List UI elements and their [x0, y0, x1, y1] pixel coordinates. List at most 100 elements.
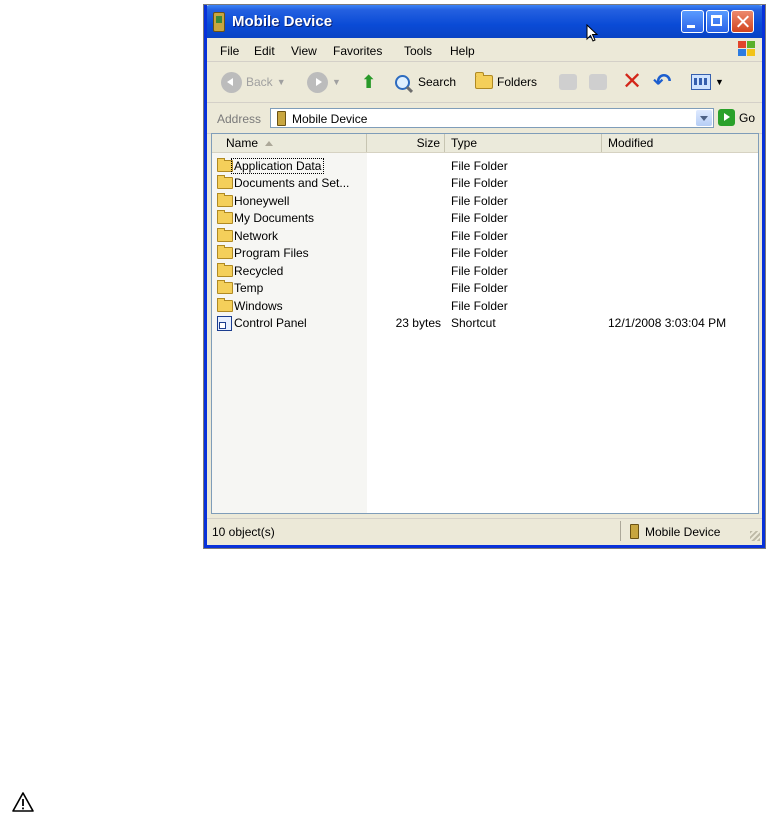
search-button[interactable]: Search — [395, 70, 456, 94]
back-arrow-icon — [221, 71, 242, 93]
address-field[interactable]: Mobile Device — [270, 108, 714, 128]
minimize-button[interactable] — [681, 10, 704, 33]
file-row[interactable]: Network File Folder — [212, 228, 758, 245]
folder-icon — [217, 263, 233, 277]
resize-grip-icon[interactable] — [750, 531, 760, 541]
file-list[interactable]: Name Size Type Modified Application Data… — [211, 133, 759, 514]
forward-dropdown-icon[interactable]: ▼ — [332, 77, 341, 87]
folder-icon — [217, 158, 233, 172]
address-value: Mobile Device — [292, 112, 368, 126]
folder-icon — [217, 245, 233, 259]
file-row[interactable]: Honeywell File Folder — [212, 193, 758, 210]
folder-icon — [217, 228, 233, 242]
file-row[interactable]: Temp File Folder — [212, 280, 758, 297]
delete-icon: ✕ — [622, 68, 643, 95]
warning-icon — [11, 791, 35, 816]
forward-arrow-icon — [307, 71, 328, 93]
search-label: Search — [418, 75, 457, 89]
file-type: File Folder — [451, 194, 508, 208]
status-location-label: Mobile Device — [645, 524, 721, 539]
copy-to-button[interactable] — [589, 70, 607, 94]
maximize-button[interactable] — [706, 10, 729, 33]
file-type: Shortcut — [451, 316, 496, 330]
folder-icon — [217, 210, 233, 224]
go-button[interactable]: Go — [718, 109, 755, 126]
file-row[interactable]: Application Data File Folder — [212, 158, 758, 175]
up-folder-button[interactable]: ⬆ — [361, 70, 376, 94]
column-header: Name Size Type Modified — [212, 134, 758, 153]
file-row[interactable]: Windows File Folder — [212, 298, 758, 315]
file-row[interactable]: My Documents File Folder — [212, 210, 758, 227]
views-button[interactable]: ▼ — [691, 70, 724, 94]
move-to-button[interactable] — [559, 70, 577, 94]
undo-button[interactable]: ↶ — [653, 70, 671, 94]
column-header-name[interactable]: Name — [212, 134, 367, 152]
file-type: File Folder — [451, 159, 508, 173]
file-name: Documents and Set... — [234, 176, 350, 190]
folder-icon — [217, 280, 233, 294]
views-icon — [691, 74, 711, 90]
file-name: Network — [234, 229, 279, 243]
menu-edit[interactable]: Edit — [254, 44, 275, 58]
column-header-size[interactable]: Size — [367, 134, 445, 152]
file-type: File Folder — [451, 246, 508, 260]
file-name: Temp — [234, 281, 264, 295]
file-name: Recycled — [234, 264, 284, 278]
file-size: 23 bytes — [395, 316, 441, 330]
standard-toolbar: Back ▼ ▼ ⬆ Search Folders ✕ ↶ ▼ — [207, 62, 762, 103]
file-row[interactable]: Documents and Set... File Folder — [212, 175, 758, 192]
forward-button[interactable]: ▼ — [307, 70, 341, 94]
file-name: Application Data — [230, 158, 325, 174]
menu-favorites[interactable]: Favorites — [333, 44, 382, 58]
shortcut-icon — [217, 316, 232, 331]
folders-label: Folders — [497, 75, 538, 89]
delete-button[interactable]: ✕ — [622, 70, 642, 94]
file-name: Program Files — [234, 246, 309, 260]
menu-view[interactable]: View — [291, 44, 317, 58]
file-name: Windows — [234, 299, 283, 313]
menu-file[interactable]: File — [220, 44, 239, 58]
back-label: Back — [246, 75, 273, 89]
file-type: File Folder — [451, 211, 508, 225]
menu-tools[interactable]: Tools — [404, 44, 432, 58]
folder-icon — [217, 298, 233, 312]
file-name: Control Panel — [234, 316, 307, 330]
folder-icon — [217, 175, 233, 189]
move-to-icon — [559, 74, 577, 90]
file-row[interactable]: Control Panel 23 bytes Shortcut 12/1/200… — [212, 315, 758, 332]
copy-to-icon — [589, 74, 607, 90]
folders-icon — [475, 72, 493, 89]
mobile-device-icon — [213, 12, 225, 32]
folder-icon — [217, 193, 233, 207]
column-header-type[interactable]: Type — [445, 134, 602, 152]
search-icon — [395, 74, 410, 90]
address-label: Address — [217, 112, 262, 126]
file-type: File Folder — [451, 281, 508, 295]
file-type: File Folder — [451, 264, 508, 278]
address-bar: Address Mobile Device Go — [207, 103, 762, 134]
file-name: Honeywell — [234, 194, 290, 208]
status-location: Mobile Device — [630, 524, 720, 539]
close-button[interactable] — [731, 10, 754, 33]
back-dropdown-icon[interactable]: ▼ — [277, 77, 286, 87]
status-bar: 10 object(s) Mobile Device — [207, 518, 762, 543]
menu-bar: File Edit View Favorites Tools Help — [207, 39, 762, 62]
folders-button[interactable]: Folders — [475, 70, 537, 94]
address-dropdown-icon[interactable] — [696, 110, 712, 126]
views-dropdown-icon: ▼ — [715, 77, 724, 87]
windows-logo-icon — [738, 41, 756, 57]
column-header-modified[interactable]: Modified — [602, 134, 758, 152]
menu-help[interactable]: Help — [450, 44, 475, 58]
file-type: File Folder — [451, 176, 508, 190]
go-label: Go — [739, 110, 756, 125]
file-row[interactable]: Program Files File Folder — [212, 245, 758, 262]
back-button[interactable]: Back ▼ — [221, 70, 286, 94]
file-type: File Folder — [451, 229, 508, 243]
title-bar[interactable]: Mobile Device — [204, 5, 765, 38]
file-row[interactable]: Recycled File Folder — [212, 263, 758, 280]
explorer-window: Mobile Device File Edit View Favorites T… — [203, 4, 766, 549]
undo-icon: ↶ — [653, 69, 672, 94]
up-folder-icon: ⬆ — [361, 71, 377, 92]
column-name-label: Name — [226, 136, 259, 150]
window-title: Mobile Device — [232, 13, 333, 30]
